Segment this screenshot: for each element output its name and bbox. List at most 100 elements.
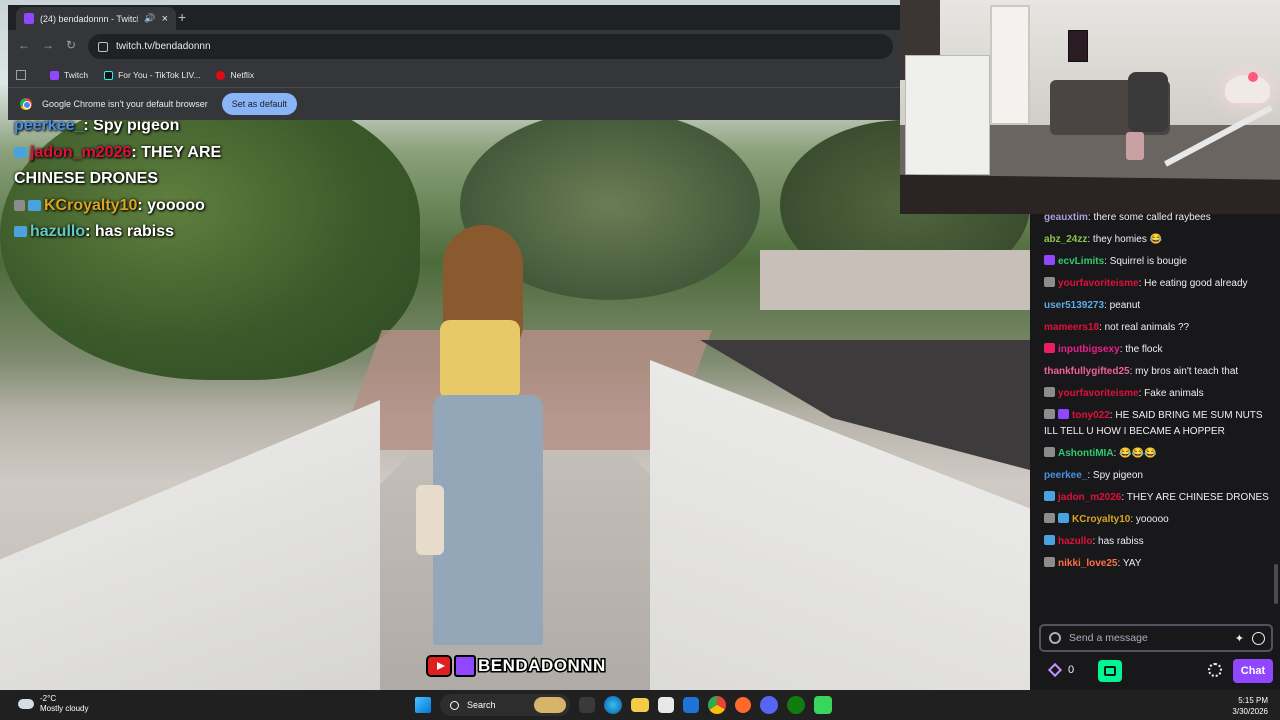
taskbar-clock[interactable]: 5:15 PM 3/30/2026 — [1232, 695, 1268, 717]
cloud-icon — [18, 699, 34, 709]
address-bar[interactable]: twitch.tv/bendadonnn — [88, 34, 893, 59]
chat-username[interactable]: ecvLimits — [1058, 256, 1104, 267]
reload-icon[interactable]: ↻ — [66, 38, 76, 52]
chat-username[interactable]: jadon_m2026 — [1058, 492, 1121, 503]
new-tab-button[interactable]: + — [178, 9, 186, 25]
chat-username[interactable]: nikki_love25 — [1058, 558, 1117, 569]
twitch-icon — [454, 655, 476, 677]
chat-message-text: : the flock — [1119, 344, 1163, 355]
url-text: twitch.tv/bendadonnn — [116, 41, 211, 52]
mail-icon[interactable] — [683, 697, 699, 713]
search-icon — [450, 700, 459, 710]
gray-badge-icon[interactable] — [1044, 409, 1055, 419]
chat-message-input[interactable] — [1069, 632, 1227, 644]
overlay-chat-line: CHINESE DRONES — [14, 166, 314, 193]
pink-badge-icon[interactable] — [1044, 343, 1055, 353]
chat-message-text: : Fake animals — [1138, 388, 1204, 399]
chat-username[interactable]: inputbigsexy — [1058, 344, 1120, 355]
tab-strip: (24) bendadonnn - Twitch 🔊 × + — [8, 5, 900, 30]
weather-desc: Mostly cloudy — [40, 704, 89, 713]
chat-message: yourfavoriteisme: He eating good already — [1044, 276, 1272, 292]
store-icon[interactable] — [658, 697, 674, 713]
discord-icon[interactable] — [760, 696, 778, 714]
search-highlight-icon — [534, 697, 566, 713]
purple-badge-icon[interactable] — [1058, 409, 1069, 419]
chat-username[interactable]: peerkee_ — [1044, 470, 1087, 481]
chat-input-box[interactable]: ✦ — [1039, 624, 1273, 652]
twitch-icon — [50, 70, 59, 80]
chat-username[interactable]: tony022 — [1072, 410, 1110, 421]
chat-username[interactable]: yourfavoriteisme — [1058, 278, 1139, 289]
chrome-icon — [20, 98, 32, 110]
apps-icon[interactable] — [16, 70, 26, 80]
chat-message-list[interactable]: geauxtim: there some called raybees abz_2… — [1044, 210, 1272, 578]
bookmark-twitch[interactable]: Twitch — [44, 65, 94, 85]
speaker-icon[interactable]: 🔊 — [144, 13, 155, 24]
default-browser-infobar: Google Chrome isn't your default browser… — [8, 87, 900, 120]
chat-message-text: : Spy pigeon — [1087, 470, 1143, 481]
webcam-feed — [900, 0, 1280, 214]
browser-tab[interactable]: (24) bendadonnn - Twitch 🔊 × — [16, 7, 176, 30]
site-info-icon[interactable] — [98, 41, 108, 52]
emote-picker-icon[interactable] — [1252, 631, 1265, 645]
chat-message-text: : Squirrel is bougie — [1104, 256, 1187, 267]
overlay-chat-line: KCroyalty10: yooooo — [14, 193, 314, 220]
streaming-app-icon[interactable] — [814, 696, 832, 714]
set-as-default-button[interactable]: Set as default — [221, 93, 297, 115]
gray-badge-icon[interactable] — [1044, 277, 1055, 287]
gift-sub-button[interactable] — [1098, 660, 1122, 682]
chat-send-button[interactable]: Chat — [1233, 659, 1273, 683]
chat-message: AshontiMIA: 😂😂😂 — [1044, 446, 1272, 462]
chat-username[interactable]: user5139273 — [1044, 300, 1104, 311]
windows-start-icon[interactable] — [415, 697, 431, 713]
xbox-icon[interactable] — [787, 696, 805, 714]
chat-username[interactable]: thankfullygifted25 — [1044, 366, 1130, 377]
chat-username[interactable]: yourfavoriteisme — [1058, 388, 1139, 399]
tab-title: (24) bendadonnn - Twitch — [40, 13, 139, 24]
sparkle-icon[interactable]: ✦ — [1235, 632, 1244, 645]
bookmark-netflix[interactable]: Netflix — [210, 65, 260, 85]
overlay-chat-text: : yooooo — [137, 196, 205, 214]
vip-badge-icon — [14, 199, 25, 211]
task-view-icon[interactable] — [579, 697, 595, 713]
taskbar-search[interactable]: Search — [440, 694, 570, 716]
chat-username[interactable]: mameers18 — [1044, 322, 1099, 333]
app-icon[interactable] — [735, 697, 751, 713]
clock-date: 3/30/2026 — [1232, 707, 1268, 716]
back-icon[interactable]: ← — [18, 38, 30, 52]
chat-identity-icon[interactable] — [1049, 632, 1061, 644]
sub-badge-icon[interactable] — [1044, 491, 1055, 501]
gray-badge-icon[interactable] — [1044, 513, 1055, 523]
sub-badge-icon — [28, 199, 41, 211]
channel-points[interactable]: 0 — [1047, 662, 1074, 678]
browser-window: (24) bendadonnn - Twitch 🔊 × + ← → ↻ twi… — [8, 5, 900, 120]
chrome-icon[interactable] — [708, 696, 726, 714]
purple-badge-icon[interactable] — [1044, 255, 1055, 265]
sub-badge-icon[interactable] — [1058, 513, 1069, 523]
sub-badge-icon[interactable] — [1044, 535, 1055, 545]
weather-widget[interactable]: -2°C Mostly cloudy — [18, 694, 88, 714]
chat-username[interactable]: hazullo — [1058, 536, 1092, 547]
chat-username[interactable]: abz_24zz — [1044, 234, 1087, 245]
chat-username[interactable]: geauxtim — [1044, 212, 1088, 223]
gift-icon — [1104, 666, 1116, 676]
chat-username[interactable]: KCroyalty10 — [1072, 514, 1130, 525]
gray-badge-icon[interactable] — [1044, 387, 1055, 397]
stream-overlay-chat: peerkee_: Spy pigeon jadon_m2026: THEY AR… — [14, 113, 314, 246]
file-explorer-icon[interactable] — [631, 698, 649, 712]
chat-username[interactable]: AshontiMIA — [1058, 448, 1114, 459]
chat-message: jadon_m2026: THEY ARE CHINESE DRONES — [1044, 490, 1272, 506]
forward-icon[interactable]: → — [42, 38, 54, 52]
overlay-chat-username: KCroyalty10 — [44, 196, 138, 214]
chat-scrollbar[interactable] — [1274, 564, 1278, 604]
gray-badge-icon[interactable] — [1044, 557, 1055, 567]
overlay-chat-text: : THEY ARE — [131, 143, 222, 161]
screen: peerkee_: Spy pigeon jadon_m2026: THEY AR… — [0, 0, 1280, 720]
bookmark-tiktok[interactable]: For You - TikTok LIV... — [98, 65, 206, 85]
weather-temp: -2°C — [40, 694, 57, 703]
gray-badge-icon[interactable] — [1044, 447, 1055, 457]
settings-gear-icon[interactable] — [1208, 663, 1222, 677]
edge-icon[interactable] — [604, 696, 622, 714]
close-icon[interactable]: × — [162, 13, 168, 25]
chat-message-text: : He eating good already — [1138, 278, 1248, 289]
